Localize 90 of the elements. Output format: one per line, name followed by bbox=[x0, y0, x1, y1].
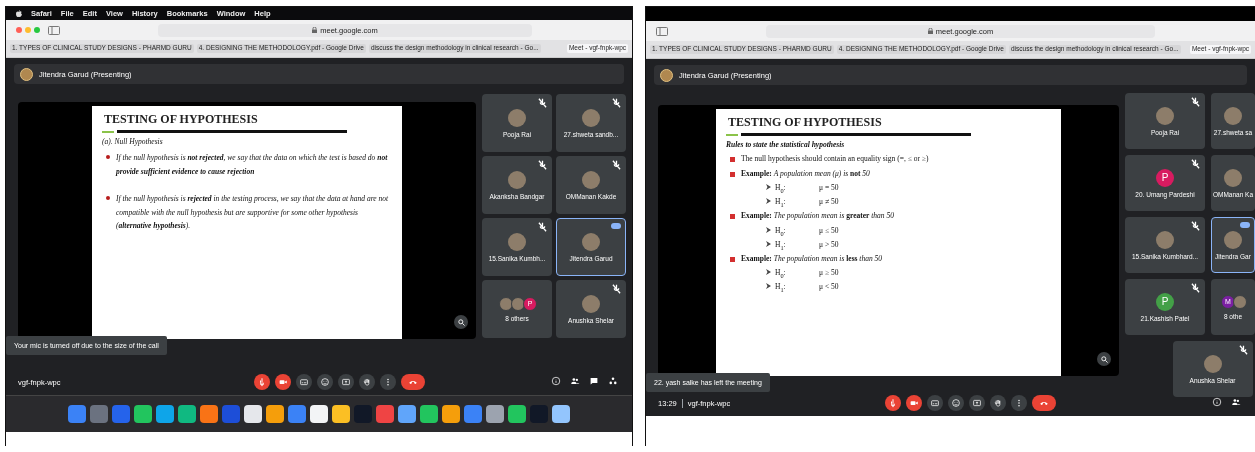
chat-icon bbox=[588, 375, 600, 387]
avatar-photo bbox=[508, 232, 526, 251]
info-icon bbox=[550, 375, 562, 387]
bullet-icon bbox=[730, 256, 735, 262]
lock-icon bbox=[927, 28, 933, 34]
raised-hand-icon bbox=[992, 397, 1004, 409]
microphone-button[interactable] bbox=[253, 374, 270, 390]
arrow-bullet-icon bbox=[766, 198, 771, 204]
arrow-bullet-icon bbox=[766, 269, 771, 275]
captions-icon bbox=[297, 376, 310, 388]
present-screen-icon bbox=[339, 376, 352, 388]
avatar-photo bbox=[1224, 168, 1242, 187]
present-screen-icon bbox=[971, 397, 983, 409]
present-button[interactable] bbox=[337, 374, 354, 390]
dock-app-icon[interactable] bbox=[376, 405, 394, 423]
dock-app-icon[interactable] bbox=[156, 405, 174, 423]
dock-app-icon[interactable] bbox=[332, 405, 350, 423]
search-icon bbox=[457, 318, 465, 326]
more-options-button[interactable] bbox=[379, 374, 396, 390]
avatar-letter: P bbox=[1156, 168, 1174, 187]
dock-app-icon[interactable] bbox=[266, 405, 284, 423]
avatar-photo bbox=[1224, 106, 1242, 125]
dock-app-icon[interactable] bbox=[244, 405, 262, 423]
avatar-photo bbox=[660, 68, 673, 82]
arrow-bullet-icon bbox=[766, 226, 771, 233]
info-icon bbox=[1211, 396, 1223, 408]
bullet-icon bbox=[106, 196, 110, 200]
avatar-photo bbox=[582, 294, 600, 313]
bullet-icon bbox=[106, 155, 110, 159]
avatar-photo bbox=[20, 67, 33, 81]
dock-app-icon[interactable] bbox=[200, 405, 218, 423]
avatar-photo bbox=[511, 296, 525, 311]
avatar-photo bbox=[1203, 354, 1222, 373]
avatar-photo bbox=[508, 170, 526, 189]
bullet-icon bbox=[730, 214, 735, 219]
camera-button[interactable] bbox=[906, 395, 922, 411]
activities-icon bbox=[607, 375, 619, 387]
end-call-button[interactable] bbox=[400, 374, 425, 390]
avatar-photo bbox=[1233, 294, 1247, 309]
dock-app-icon[interactable] bbox=[442, 405, 460, 423]
dock-app-icon[interactable] bbox=[508, 405, 526, 423]
avatar-photo bbox=[582, 232, 600, 251]
reactions-button[interactable] bbox=[316, 374, 333, 390]
smiley-icon bbox=[318, 376, 331, 388]
avatar-photo bbox=[582, 108, 600, 127]
avatar-letter: P bbox=[1156, 292, 1174, 311]
dock-app-icon[interactable] bbox=[310, 405, 328, 423]
dock-app-icon[interactable] bbox=[178, 405, 196, 423]
dock-app-icon[interactable] bbox=[398, 405, 416, 423]
dock-app-icon[interactable] bbox=[288, 405, 306, 423]
dock-app-icon[interactable] bbox=[552, 405, 570, 423]
avatar-photo bbox=[1224, 230, 1242, 249]
avatar-photo bbox=[1156, 106, 1174, 125]
microphone-button[interactable] bbox=[885, 395, 901, 411]
dock-app-icon[interactable] bbox=[486, 405, 504, 423]
arrow-bullet-icon bbox=[766, 184, 771, 190]
smiley-icon bbox=[950, 397, 962, 409]
captions-button[interactable] bbox=[927, 395, 943, 411]
present-button[interactable] bbox=[969, 395, 985, 411]
more-options-button[interactable] bbox=[1011, 395, 1027, 411]
lock-icon bbox=[312, 27, 318, 33]
avatar-photo bbox=[582, 170, 600, 189]
search-icon bbox=[1100, 355, 1108, 363]
dock-app-icon[interactable] bbox=[134, 405, 152, 423]
sidebar-icon[interactable] bbox=[48, 25, 60, 35]
slide-title: TESTING OF HYPOTHESIS bbox=[103, 112, 259, 127]
camera-button[interactable] bbox=[274, 374, 291, 390]
avatar-photo bbox=[508, 108, 526, 127]
people-icon bbox=[1230, 396, 1242, 408]
avatar-photo bbox=[1156, 230, 1174, 249]
raise-hand-button[interactable] bbox=[990, 395, 1006, 411]
reactions-button[interactable] bbox=[948, 395, 964, 411]
dock-app-icon[interactable] bbox=[464, 405, 482, 423]
end-call-button[interactable] bbox=[1032, 395, 1056, 411]
bullet-icon bbox=[730, 171, 735, 177]
bullet-icon bbox=[730, 157, 735, 162]
people-icon bbox=[569, 375, 581, 387]
raise-hand-button[interactable] bbox=[358, 374, 375, 390]
captions-button[interactable] bbox=[295, 374, 312, 390]
slide-title: TESTING OF HYPOTHESIS bbox=[727, 115, 883, 130]
arrow-bullet-icon bbox=[766, 240, 771, 247]
apple-logo-icon bbox=[16, 10, 22, 17]
dock-app-icon[interactable] bbox=[420, 405, 438, 423]
dock-app-icon[interactable] bbox=[68, 405, 86, 423]
zoom-button[interactable] bbox=[1097, 352, 1111, 366]
zoom-button[interactable] bbox=[454, 315, 468, 329]
captions-icon bbox=[929, 397, 941, 409]
avatar-photo bbox=[499, 296, 513, 311]
arrow-bullet-icon bbox=[766, 283, 771, 289]
sidebar-icon[interactable] bbox=[656, 26, 668, 36]
